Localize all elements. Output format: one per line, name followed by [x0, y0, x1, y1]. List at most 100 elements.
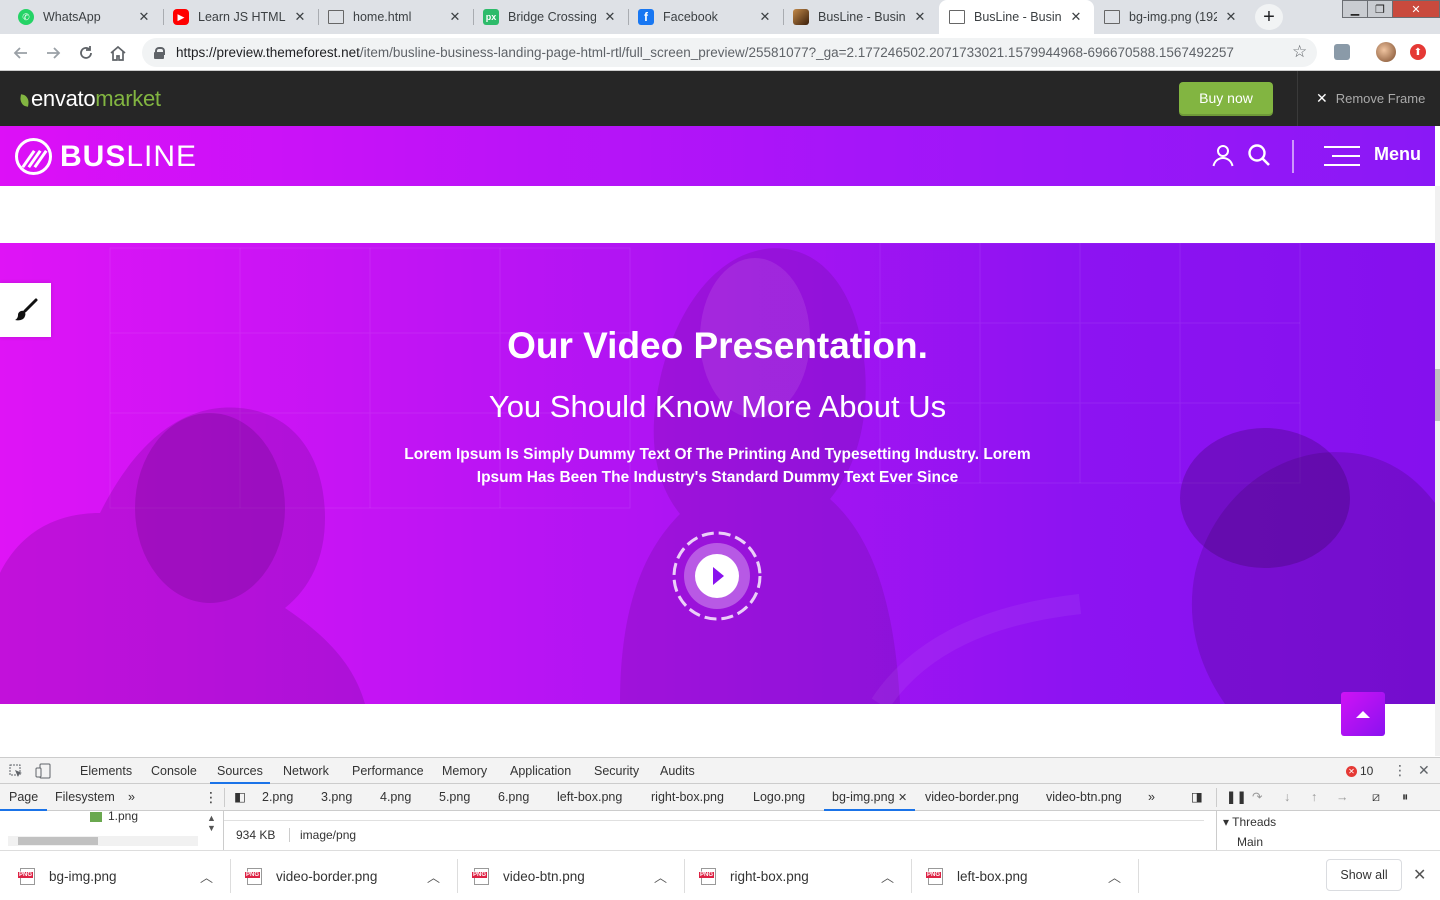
devtools-tab-audits[interactable]: Audits: [660, 758, 695, 784]
close-devtools-icon[interactable]: ✕: [1418, 762, 1430, 779]
file-tab[interactable]: 2.png: [262, 784, 293, 811]
step-icon[interactable]: →: [1336, 784, 1349, 811]
devtools-tab-performance[interactable]: Performance: [352, 758, 424, 784]
file-tab-active[interactable]: bg-img.png ✕: [824, 784, 916, 811]
envato-logo[interactable]: envatomarket: [19, 86, 161, 112]
url-field[interactable]: https://preview.themeforest.net/item/bus…: [142, 38, 1317, 67]
user-icon[interactable]: [1211, 143, 1235, 167]
devtools-tab-application[interactable]: Application: [510, 758, 571, 784]
close-tab-icon[interactable]: ✕: [1068, 9, 1084, 25]
download-item[interactable]: PNG video-border.png: [245, 851, 377, 900]
close-tab-icon[interactable]: ✕: [292, 9, 308, 25]
file-tab[interactable]: video-border.png: [925, 784, 1019, 811]
more-tabs-icon[interactable]: »: [128, 784, 135, 811]
browser-tab[interactable]: ✆ WhatsApp ✕: [8, 0, 162, 34]
download-item[interactable]: PNG bg-img.png: [18, 851, 117, 900]
maximize-button[interactable]: ❐: [1367, 0, 1393, 18]
browser-tab-active[interactable]: BusLine - Busine ✕: [939, 0, 1094, 34]
remove-frame-button[interactable]: ✕ Remove Frame: [1297, 71, 1440, 126]
devtools-tab-network[interactable]: Network: [283, 758, 329, 784]
file-tab[interactable]: right-box.png: [651, 784, 724, 811]
scroll-down-icon[interactable]: ▼: [207, 823, 216, 833]
devtools-tab-console[interactable]: Console: [151, 758, 197, 784]
chevron-up-icon[interactable]: ︿: [1108, 867, 1121, 886]
devtools-tab-sources[interactable]: Sources: [210, 758, 270, 784]
devtools-tab-security[interactable]: Security: [594, 758, 639, 784]
scrollbar-thumb[interactable]: [1435, 369, 1440, 421]
video-play-button[interactable]: [671, 530, 763, 622]
download-item[interactable]: PNG left-box.png: [926, 851, 1028, 900]
close-window-button[interactable]: ✕: [1392, 0, 1440, 18]
chevron-up-icon[interactable]: ︿: [881, 867, 894, 886]
close-tab-icon[interactable]: ✕: [1223, 9, 1239, 25]
file-tab[interactable]: 3.png: [321, 784, 352, 811]
close-file-icon[interactable]: ✕: [898, 792, 907, 804]
toggle-navigator-icon[interactable]: ◧: [234, 784, 246, 811]
pause-on-exceptions-icon[interactable]: ⏸: [1402, 784, 1408, 811]
minimize-button[interactable]: ▁: [1342, 0, 1368, 18]
extension-icon[interactable]: [1334, 44, 1350, 60]
inspect-icon[interactable]: [9, 764, 23, 778]
forward-button[interactable]: [42, 42, 64, 64]
new-tab-button[interactable]: +: [1255, 4, 1283, 30]
pause-icon[interactable]: ❚❚: [1226, 784, 1247, 811]
device-toolbar-icon[interactable]: [35, 763, 51, 779]
buy-now-button[interactable]: Buy now: [1179, 82, 1273, 114]
browser-tab[interactable]: bg-img.png (192 ✕: [1094, 0, 1249, 34]
devtools-tab-memory[interactable]: Memory: [442, 758, 487, 784]
tree-item[interactable]: 1.png: [108, 809, 138, 823]
close-tab-icon[interactable]: ✕: [602, 9, 618, 25]
browser-tab[interactable]: home.html ✕: [318, 0, 473, 34]
more-options-icon[interactable]: ⋮: [204, 784, 218, 811]
browser-tab[interactable]: BusLine - Busine ✕: [783, 0, 938, 34]
nav-tab-page[interactable]: Page: [0, 784, 48, 811]
download-item[interactable]: PNG video-btn.png: [472, 851, 585, 900]
profile-avatar[interactable]: [1376, 42, 1396, 62]
browser-tab[interactable]: f Facebook ✕: [628, 0, 783, 34]
step-over-icon[interactable]: ↷: [1252, 784, 1262, 811]
update-icon[interactable]: ⬆: [1410, 44, 1426, 60]
file-tab[interactable]: 5.png: [439, 784, 470, 811]
home-button[interactable]: [107, 42, 129, 64]
scroll-to-top-button[interactable]: [1341, 692, 1385, 736]
chevron-up-icon[interactable]: ︿: [654, 867, 667, 886]
deactivate-breakpoints-icon[interactable]: ⧄: [1372, 784, 1380, 811]
page-scrollbar[interactable]: [1435, 186, 1440, 756]
download-item[interactable]: PNG right-box.png: [699, 851, 809, 900]
close-tab-icon[interactable]: ✕: [136, 9, 152, 25]
style-switcher-button[interactable]: [0, 283, 51, 337]
toggle-debugger-icon[interactable]: ◨: [1191, 784, 1203, 811]
devtools-tab-elements[interactable]: Elements: [80, 758, 132, 784]
close-tab-icon[interactable]: ✕: [447, 9, 463, 25]
close-tab-icon[interactable]: ✕: [912, 9, 928, 25]
scrollbar-thumb[interactable]: [18, 837, 98, 845]
reload-button[interactable]: [75, 42, 97, 64]
chevron-up-icon[interactable]: ︿: [200, 867, 213, 886]
file-tab[interactable]: video-btn.png: [1046, 784, 1122, 811]
browser-tab[interactable]: ▶ Learn JS HTML D ✕: [163, 0, 318, 34]
nav-tab-filesystem[interactable]: Filesystem: [55, 784, 115, 811]
chevron-up-icon[interactable]: ︿: [427, 867, 440, 886]
file-tab[interactable]: 6.png: [498, 784, 529, 811]
more-options-icon[interactable]: ⋮: [1393, 762, 1407, 779]
browser-tab[interactable]: px Bridge Crossing ✕: [473, 0, 628, 34]
file-tab[interactable]: 4.png: [380, 784, 411, 811]
error-counter[interactable]: ✕ 10: [1346, 764, 1373, 778]
hamburger-menu-icon[interactable]: [1323, 145, 1361, 167]
menu-label[interactable]: Menu: [1374, 144, 1421, 165]
busline-logo[interactable]: BUS LINE: [15, 138, 197, 175]
threads-section[interactable]: ▾ Threads: [1223, 815, 1276, 829]
back-button[interactable]: [10, 42, 32, 64]
close-shelf-icon[interactable]: ✕: [1413, 865, 1426, 885]
step-into-icon[interactable]: ↓: [1284, 784, 1290, 811]
thread-main[interactable]: Main: [1237, 835, 1263, 849]
scroll-up-icon[interactable]: ▲: [207, 813, 216, 823]
show-all-downloads-button[interactable]: Show all: [1326, 859, 1402, 891]
file-tab[interactable]: left-box.png: [557, 784, 622, 811]
more-files-icon[interactable]: »: [1148, 784, 1155, 811]
file-tab[interactable]: Logo.png: [753, 784, 805, 811]
search-icon[interactable]: [1247, 143, 1271, 167]
horizontal-scrollbar[interactable]: [8, 836, 198, 846]
close-tab-icon[interactable]: ✕: [757, 9, 773, 25]
bookmark-star-icon[interactable]: ☆: [1292, 42, 1307, 62]
